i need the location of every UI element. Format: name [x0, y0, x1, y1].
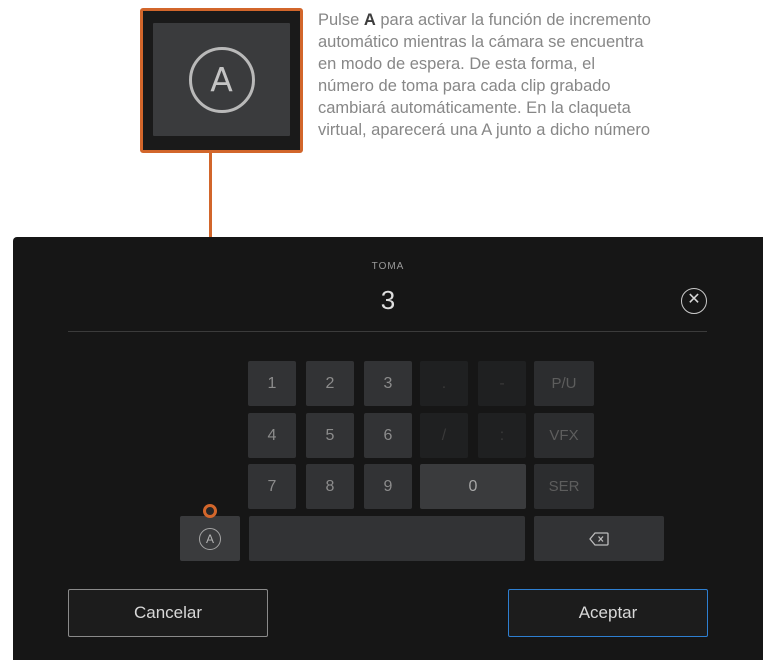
key-period: .: [420, 361, 468, 406]
auto-increment-button[interactable]: A: [180, 516, 240, 561]
key-2[interactable]: 2: [306, 361, 354, 406]
key-ser[interactable]: SER: [534, 464, 594, 509]
key-1[interactable]: 1: [248, 361, 296, 406]
accept-button[interactable]: Aceptar: [508, 589, 708, 637]
divider: [68, 331, 707, 332]
key-pu[interactable]: P/U: [534, 361, 594, 406]
key-slash: /: [420, 413, 468, 458]
description-rest: para activar la función de incremento au…: [318, 11, 651, 139]
backspace-button[interactable]: [534, 516, 664, 561]
key-colon: :: [478, 413, 526, 458]
key-3[interactable]: 3: [364, 361, 412, 406]
key-6[interactable]: 6: [364, 413, 412, 458]
callout-description: Pulse A para activar la función de incre…: [318, 9, 763, 141]
description-lead: Pulse: [318, 11, 364, 29]
key-9[interactable]: 9: [364, 464, 412, 509]
key-7[interactable]: 7: [248, 464, 296, 509]
clear-icon[interactable]: ✕: [681, 288, 707, 314]
key-dash: -: [478, 361, 526, 406]
description-bold: A: [363, 11, 376, 29]
key-0[interactable]: 0: [420, 464, 526, 509]
callout-zoom-inner: A: [153, 23, 290, 136]
auto-increment-zoom-icon: A: [188, 46, 255, 113]
key-8[interactable]: 8: [306, 464, 354, 509]
cancel-button[interactable]: Cancelar: [68, 589, 268, 637]
slate-entry-screen: TOMA 3 ✕ 1 2 3 . - P/U 4 5 6 / : VFX 7 8…: [13, 237, 763, 660]
auto-increment-icon: A: [199, 527, 221, 550]
key-4[interactable]: 4: [248, 413, 296, 458]
callout-zoom-box: A: [140, 8, 303, 153]
take-number-value[interactable]: 3: [13, 285, 763, 316]
backspace-icon: [589, 531, 609, 546]
field-label: TOMA: [371, 261, 405, 272]
callout-leader-dot: [203, 504, 217, 518]
key-5[interactable]: 5: [306, 413, 354, 458]
key-vfx[interactable]: VFX: [534, 413, 594, 458]
entry-input-bar[interactable]: [249, 516, 525, 561]
